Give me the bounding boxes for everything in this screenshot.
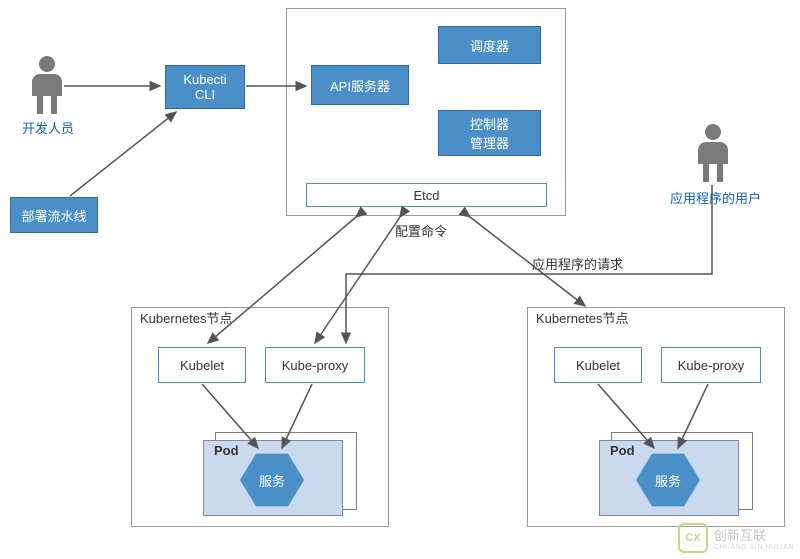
kubeproxy-box-2: Kube-proxy <box>661 347 761 383</box>
pod-label-2: Pod <box>610 443 635 458</box>
kubectl-box: Kubecti CLI <box>165 65 245 109</box>
kubelet-box-1: Kubelet <box>158 347 246 383</box>
kubelet-box-2: Kubelet <box>554 347 642 383</box>
user-label: 应用程序的用户 <box>670 188 761 207</box>
scheduler-box: 调度器 <box>438 26 541 64</box>
control-plane-caption: 配置命令 <box>395 221 447 240</box>
watermark-badge-icon: CX <box>678 523 708 553</box>
k8s-node-title-1: Kubernetes节点 <box>140 308 233 327</box>
developer-label: 开发人员 <box>22 118 74 137</box>
kubeproxy-box-1: Kube-proxy <box>265 347 365 383</box>
pod-label-1: Pod <box>214 443 239 458</box>
deploy-pipeline-box: 部署流水线 <box>10 197 98 233</box>
api-server-box: API服务器 <box>311 65 409 105</box>
developer-icon <box>32 56 62 114</box>
watermark-sub: CHUANG XIN HULIAN <box>714 544 794 551</box>
etcd-box: Etcd <box>306 183 547 207</box>
k8s-node-title-2: Kubernetes节点 <box>536 308 629 327</box>
controller-box: 控制器 管理器 <box>438 110 541 156</box>
watermark: CX 创新互联 CHUANG XIN HULIAN <box>678 523 794 553</box>
watermark-main: 创新互联 <box>714 525 794 544</box>
user-icon <box>698 124 728 182</box>
request-label: 应用程序的请求 <box>532 254 623 273</box>
